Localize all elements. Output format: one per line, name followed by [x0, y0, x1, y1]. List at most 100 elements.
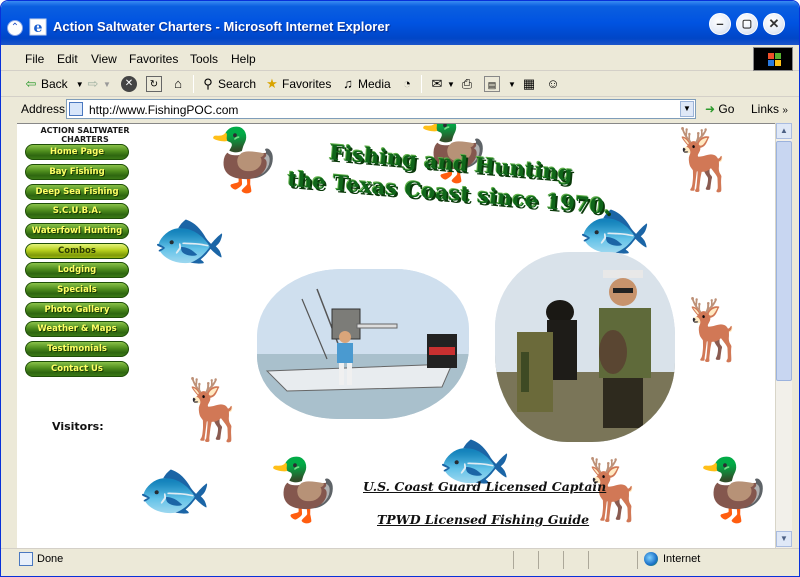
- menu-tools[interactable]: Tools: [190, 52, 218, 66]
- nav-lodging[interactable]: Lodging: [25, 262, 129, 278]
- go-label: Go: [718, 102, 735, 116]
- nav-home-page[interactable]: Home Page: [25, 144, 129, 160]
- close-button[interactable]: ✕: [763, 13, 785, 35]
- menu-bar: File Edit View Favorites Tools Help: [1, 45, 799, 71]
- media-label: Media: [358, 77, 391, 91]
- favorites-button[interactable]: ★ Favorites: [264, 75, 331, 93]
- hunting-photo: [495, 252, 675, 442]
- search-label: Search: [218, 77, 257, 91]
- coast-guard-license-link[interactable]: U.S. Coast Guard Licensed Captain: [363, 479, 606, 494]
- mail-dropdown-icon[interactable]: ▼: [447, 80, 455, 89]
- refresh-button[interactable]: ↻: [146, 75, 164, 93]
- minimize-button[interactable]: –: [709, 13, 731, 35]
- nav-photo-gallery[interactable]: Photo Gallery: [25, 302, 129, 318]
- mail-button[interactable]: ✉ ▼: [429, 75, 455, 93]
- home-button[interactable]: ⌂: [170, 75, 188, 93]
- discuss-button[interactable]: ▦: [521, 75, 539, 93]
- menu-edit[interactable]: Edit: [57, 52, 78, 66]
- nav-testimonials[interactable]: Testimonials: [25, 341, 129, 357]
- duck-watermark-icon: 🦆: [697, 456, 772, 523]
- menu-view[interactable]: View: [91, 52, 117, 66]
- address-url: http://www.FishingPOC.com: [89, 103, 239, 117]
- menu-favorites[interactable]: Favorites: [129, 52, 178, 66]
- go-arrow-icon: ➜: [705, 102, 716, 116]
- edit-page-icon: ▤: [484, 76, 500, 92]
- menu-file[interactable]: File: [25, 52, 44, 66]
- nav-scuba[interactable]: S.C.U.B.A.: [25, 203, 129, 219]
- hunting-photo-illustration: [495, 252, 675, 442]
- address-dropdown-icon[interactable]: ▼: [680, 101, 694, 117]
- messenger-button[interactable]: ☺: [545, 75, 563, 93]
- refresh-icon: ↻: [146, 76, 162, 92]
- deer-watermark-icon: 🦌: [667, 126, 742, 193]
- vertical-scrollbar[interactable]: ▲ ▼: [775, 123, 792, 548]
- search-icon: ⚲: [203, 76, 213, 91]
- system-menu-icon[interactable]: ⌃: [7, 20, 23, 36]
- go-button[interactable]: ➜ Go: [705, 102, 734, 116]
- security-zone-label: Internet: [663, 553, 701, 565]
- scroll-down-icon[interactable]: ▼: [776, 531, 792, 547]
- nav-combos[interactable]: Combos: [25, 243, 129, 259]
- links-label: Links: [751, 102, 780, 116]
- address-bar: Address http://www.FishingPOC.com ▼ ➜ Go…: [1, 97, 799, 121]
- messenger-icon: ☺: [546, 76, 560, 91]
- history-icon: ◔: [403, 76, 411, 91]
- back-dropdown-icon[interactable]: ▼: [76, 80, 84, 89]
- boat-photo-illustration: [257, 269, 469, 419]
- back-label: Back: [41, 77, 68, 91]
- media-button[interactable]: ♫ Media: [340, 75, 391, 93]
- forward-button[interactable]: ⇨ ▼: [85, 75, 111, 93]
- nav-waterfowl-hunting[interactable]: Waterfowl Hunting: [25, 223, 129, 239]
- visitors-label: Visitors:: [52, 420, 104, 433]
- fish-watermark-icon: 🐟: [137, 456, 212, 523]
- nav-contact-us[interactable]: Contact Us: [25, 361, 129, 377]
- status-divider: [538, 551, 539, 569]
- forward-dropdown-icon[interactable]: ▼: [103, 80, 111, 89]
- forward-arrow-icon: ⇨: [87, 76, 99, 91]
- deer-watermark-icon: 🦌: [677, 296, 752, 363]
- edit-dropdown-icon[interactable]: ▼: [508, 80, 516, 89]
- media-icon: ♫: [343, 76, 353, 91]
- print-button[interactable]: ⎙: [459, 75, 477, 93]
- favorites-label: Favorites: [282, 77, 332, 91]
- stop-button[interactable]: ✕: [121, 75, 139, 93]
- status-divider: [513, 551, 514, 569]
- chevron-right-icon: »: [782, 105, 788, 116]
- menu-help[interactable]: Help: [231, 52, 256, 66]
- scroll-up-icon[interactable]: ▲: [776, 123, 792, 139]
- links-button[interactable]: Links »: [751, 102, 788, 116]
- web-content: 🦆 🦆 🦌 🐟 🐟 🦌 🦌 🐟 🦆 🐟 🦌 🦆 ACTION SALTWATER…: [17, 123, 775, 548]
- nav-bay-fishing[interactable]: Bay Fishing: [25, 164, 129, 180]
- back-arrow-icon: ⇦: [25, 76, 37, 91]
- status-divider: [588, 551, 589, 569]
- fish-watermark-icon: 🐟: [152, 206, 227, 273]
- maximize-button[interactable]: ▢: [736, 13, 758, 35]
- internet-explorer-icon: e: [29, 18, 47, 36]
- page-icon: [69, 102, 83, 116]
- title-bar[interactable]: ⌃ e Action Saltwater Charters - Microsof…: [1, 1, 799, 45]
- window-title: Action Saltwater Charters - Microsoft In…: [53, 19, 390, 34]
- deer-watermark-icon: 🦌: [177, 376, 252, 443]
- toolbar-separator: [193, 75, 194, 93]
- history-button[interactable]: ◔: [399, 75, 417, 93]
- internet-zone-icon: [644, 552, 658, 566]
- site-name-line-2: CHARTERS: [61, 135, 109, 144]
- nav-specials[interactable]: Specials: [25, 282, 129, 298]
- standard-toolbar: ⇦ Back ▼ ⇨ ▼ ✕ ↻ ⌂ ⚲ Search ★ Favorites …: [1, 71, 799, 97]
- back-button[interactable]: ⇦ Back ▼: [23, 75, 84, 93]
- search-button[interactable]: ⚲ Search: [200, 75, 256, 93]
- nav-deep-sea-fishing[interactable]: Deep Sea Fishing: [25, 184, 129, 200]
- status-divider: [563, 551, 564, 569]
- status-bar: Done Internet: [1, 548, 799, 570]
- edit-button[interactable]: ▤ ▼: [484, 75, 516, 93]
- browser-window: ⌃ e Action Saltwater Charters - Microsof…: [0, 0, 800, 577]
- site-name-line-1: ACTION SALTWATER: [40, 126, 130, 135]
- status-text: Done: [37, 553, 64, 565]
- address-input[interactable]: http://www.FishingPOC.com: [66, 99, 696, 119]
- nav-weather-maps[interactable]: Weather & Maps: [25, 321, 129, 337]
- scroll-thumb[interactable]: [776, 141, 792, 381]
- mail-icon: ✉: [431, 76, 443, 91]
- duck-watermark-icon: 🦆: [207, 126, 282, 193]
- tpwd-license-link[interactable]: TPWD Licensed Fishing Guide: [377, 512, 589, 527]
- discuss-icon: ▦: [522, 76, 536, 91]
